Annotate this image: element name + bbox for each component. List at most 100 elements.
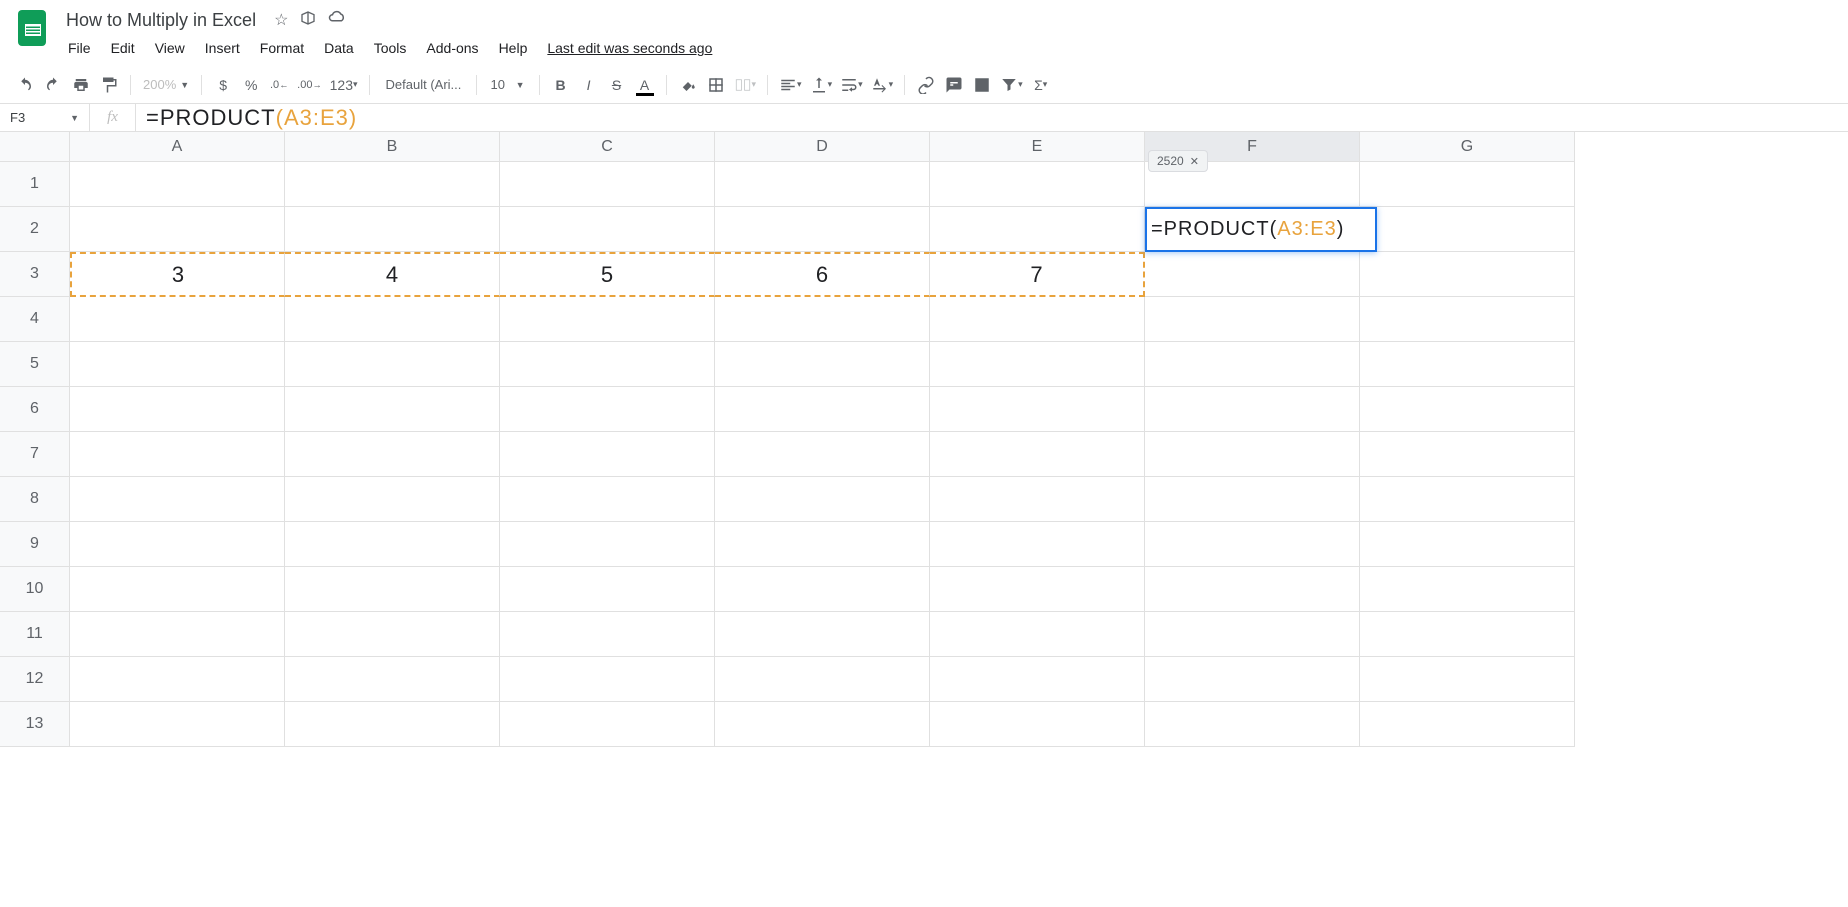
cell-D8[interactable] [715,477,930,522]
cloud-status-icon[interactable] [328,10,346,31]
row-header-2[interactable]: 2 [0,207,70,252]
cell-G12[interactable] [1360,657,1575,702]
cell-F12[interactable] [1145,657,1360,702]
number-format-select[interactable]: 123▾ [327,72,361,98]
cell-A12[interactable] [70,657,285,702]
bold-button[interactable]: B [548,72,574,98]
decrease-decimal-button[interactable]: .0← [266,72,292,98]
cell-E7[interactable] [930,432,1145,477]
print-button[interactable] [68,72,94,98]
filter-button[interactable]: ▾ [997,72,1026,98]
move-icon[interactable] [300,10,316,31]
cell-E2[interactable] [930,207,1145,252]
cell-D13[interactable] [715,702,930,747]
menu-data[interactable]: Data [316,36,362,60]
cell-A6[interactable] [70,387,285,432]
cell-A5[interactable] [70,342,285,387]
cell-C13[interactable] [500,702,715,747]
font-select[interactable]: Default (Ari...▼ [378,72,468,98]
menu-insert[interactable]: Insert [197,36,248,60]
cell-E4[interactable] [930,297,1145,342]
cell-B4[interactable] [285,297,500,342]
cell-C5[interactable] [500,342,715,387]
document-title[interactable]: How to Multiply in Excel [60,8,262,33]
column-header-G[interactable]: G [1360,132,1575,162]
cell-G2[interactable] [1360,207,1575,252]
row-header-1[interactable]: 1 [0,162,70,207]
cell-E6[interactable] [930,387,1145,432]
cell-A3[interactable]: 3 [70,252,285,297]
cell-F6[interactable] [1145,387,1360,432]
cell-C2[interactable] [500,207,715,252]
column-header-C[interactable]: C [500,132,715,162]
cell-A13[interactable] [70,702,285,747]
star-icon[interactable]: ☆ [274,10,288,31]
undo-button[interactable] [12,72,38,98]
insert-chart-button[interactable] [969,72,995,98]
cell-E8[interactable] [930,477,1145,522]
close-icon[interactable]: ✕ [1190,155,1199,168]
cell-A7[interactable] [70,432,285,477]
cell-F5[interactable] [1145,342,1360,387]
currency-button[interactable]: $ [210,72,236,98]
cell-C8[interactable] [500,477,715,522]
cell-E11[interactable] [930,612,1145,657]
vertical-align-button[interactable]: ▾ [807,72,836,98]
cell-D1[interactable] [715,162,930,207]
redo-button[interactable] [40,72,66,98]
cell-G4[interactable] [1360,297,1575,342]
cell-D12[interactable] [715,657,930,702]
menu-tools[interactable]: Tools [366,36,415,60]
cell-C7[interactable] [500,432,715,477]
menu-edit[interactable]: Edit [103,36,143,60]
cell-C12[interactable] [500,657,715,702]
cell-D6[interactable] [715,387,930,432]
borders-button[interactable] [703,72,729,98]
cell-G8[interactable] [1360,477,1575,522]
text-wrap-button[interactable]: ▾ [837,72,866,98]
cell-B3[interactable]: 4 [285,252,500,297]
percent-button[interactable]: % [238,72,264,98]
active-cell-editor[interactable]: =PRODUCT(A3:E3) [1145,207,1377,252]
formula-input[interactable]: =PRODUCT(A3:E3) [136,105,1848,131]
row-header-5[interactable]: 5 [0,342,70,387]
cell-G6[interactable] [1360,387,1575,432]
cell-A4[interactable] [70,297,285,342]
cell-F4[interactable] [1145,297,1360,342]
spreadsheet-grid[interactable]: ABCDEFG1233456745678910111213 2520 ✕ =PR… [0,132,1848,747]
cell-B9[interactable] [285,522,500,567]
cell-E12[interactable] [930,657,1145,702]
cell-B6[interactable] [285,387,500,432]
cell-D5[interactable] [715,342,930,387]
select-all-corner[interactable] [0,132,70,162]
cell-E10[interactable] [930,567,1145,612]
paint-format-button[interactable] [96,72,122,98]
row-header-8[interactable]: 8 [0,477,70,522]
merge-cells-button[interactable]: ▾ [731,72,760,98]
row-header-10[interactable]: 10 [0,567,70,612]
cell-F10[interactable] [1145,567,1360,612]
functions-button[interactable]: Σ▾ [1028,72,1054,98]
cell-G13[interactable] [1360,702,1575,747]
menu-help[interactable]: Help [491,36,536,60]
cell-A1[interactable] [70,162,285,207]
cell-D2[interactable] [715,207,930,252]
zoom-select[interactable]: 200%▼ [139,72,193,98]
cell-C9[interactable] [500,522,715,567]
cell-B12[interactable] [285,657,500,702]
cell-G10[interactable] [1360,567,1575,612]
cell-B1[interactable] [285,162,500,207]
row-header-7[interactable]: 7 [0,432,70,477]
cell-E3[interactable]: 7 [930,252,1145,297]
row-header-6[interactable]: 6 [0,387,70,432]
cell-D9[interactable] [715,522,930,567]
cell-A11[interactable] [70,612,285,657]
row-header-9[interactable]: 9 [0,522,70,567]
insert-link-button[interactable] [913,72,939,98]
cell-A2[interactable] [70,207,285,252]
cell-C10[interactable] [500,567,715,612]
cell-B13[interactable] [285,702,500,747]
font-size-select[interactable]: 10▼ [485,72,531,98]
cell-A8[interactable] [70,477,285,522]
text-rotation-button[interactable]: ▾ [868,72,897,98]
